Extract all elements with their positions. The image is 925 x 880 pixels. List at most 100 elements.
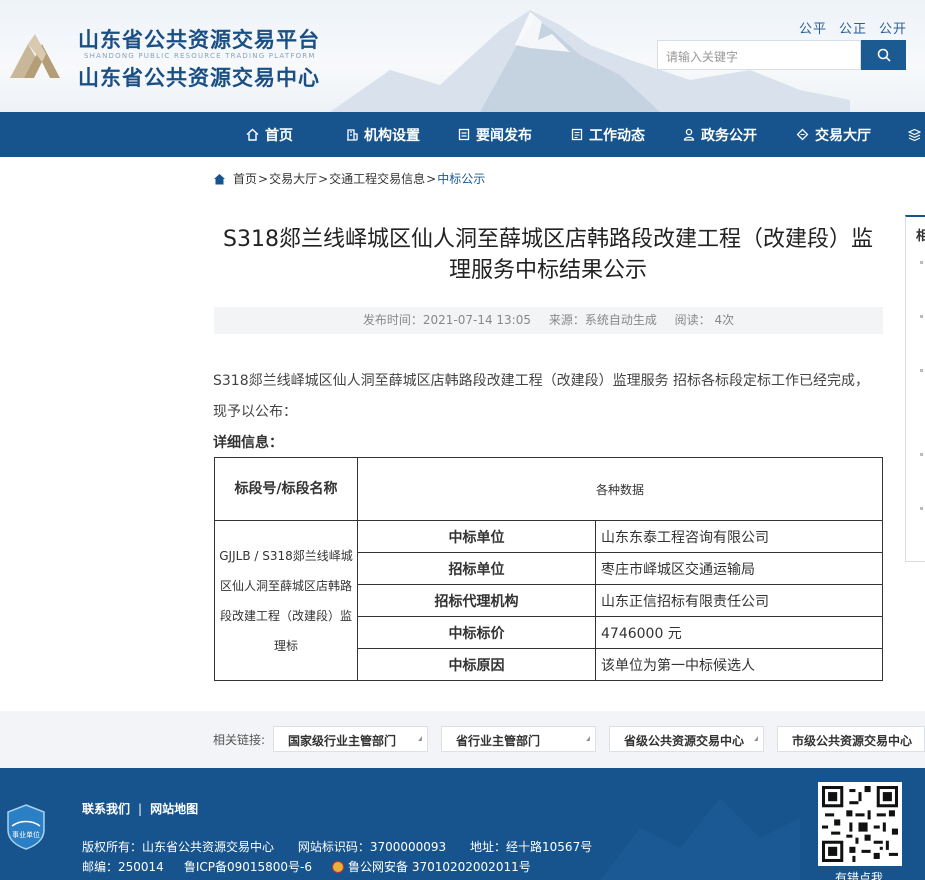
- read-count: 阅读： 4次: [674, 313, 735, 327]
- header-data: 各种数据: [357, 457, 883, 521]
- list-bullet: [920, 369, 923, 372]
- icp-link[interactable]: 鲁ICP备09015800号-6: [184, 858, 312, 875]
- detail-label: 详细信息：: [213, 435, 283, 451]
- contact-us-link[interactable]: 联系我们: [82, 802, 130, 816]
- nav-item-home[interactable]: 首页: [246, 112, 293, 157]
- article-meta: 发布时间：2021-07-14 13:05 来源：系统自动生成 阅读： 4次: [214, 307, 883, 334]
- sitemap-link[interactable]: 网站地图: [150, 802, 198, 816]
- related-links-label: 相关链接:: [213, 733, 266, 747]
- select-national-authority[interactable]: 国家级行业主管部门: [273, 726, 428, 752]
- list-bullet: [920, 315, 923, 318]
- site-title-center: 山东省公共资源交易中心: [78, 66, 320, 90]
- diamond-icon: [796, 128, 809, 141]
- police-badge-icon: [332, 860, 345, 873]
- article-source: 来源：系统自动生成: [548, 313, 657, 327]
- copyright-text: 版权所有：山东省公共资源交易中心: [82, 840, 275, 854]
- section-name-cell: GJJLB / S318郯兰线峄城区仙人洞至薛城区店韩路段改建工程（改建段）监理…: [214, 520, 358, 681]
- row-key: 中标单位: [357, 520, 596, 553]
- public-institution-badge[interactable]: 事业单位: [6, 804, 46, 850]
- row-value: 该单位为第一中标候选人: [595, 648, 883, 681]
- nav-label: 机构设置: [364, 127, 420, 144]
- select-provincial-authority[interactable]: 省行业主管部门: [441, 726, 596, 752]
- nav-label: 首页: [265, 127, 293, 144]
- search-icon: [877, 48, 891, 62]
- postcode-text: 邮编：250014: [82, 860, 164, 874]
- layers-icon: [908, 128, 921, 141]
- row-value: 山东正信招标有限责任公司: [595, 584, 883, 617]
- nav-item-government-affairs[interactable]: 政务公开: [683, 112, 757, 157]
- row-value: 枣庄市峄城区交通运输局: [595, 552, 883, 585]
- site-footer: 事业单位 联系我们 | 网站地图 版权所有：山东省公共资源交易中心 网站标识码：37…: [0, 768, 925, 880]
- list-bullet: [920, 453, 923, 456]
- breadcrumb-traffic-engineering[interactable]: 交通工程交易信息: [329, 170, 425, 187]
- nav-label: 工作动态: [589, 127, 645, 144]
- select-label: 国家级行业主管部门: [288, 734, 397, 748]
- footer-decoration: [600, 798, 800, 880]
- row-value: 4746000 元: [595, 616, 883, 649]
- qr-code-image: [822, 786, 898, 862]
- nav-item-trading-hall[interactable]: 交易大厅: [796, 112, 871, 157]
- header-section-name: 标段号/标段名称: [214, 457, 358, 521]
- home-icon: [214, 173, 225, 184]
- nav-item-organization[interactable]: 机构设置: [346, 112, 420, 157]
- select-label: 省级公共资源交易中心: [624, 734, 745, 748]
- nav-label: 政务公开: [701, 127, 757, 144]
- breadcrumb-home[interactable]: 首页: [233, 170, 257, 187]
- slogan-open: 公开: [878, 22, 907, 37]
- dropdown-arrow-icon: [754, 736, 758, 741]
- footer-info-line2: 邮编：250014 鲁ICP备09015800号-6 鲁公网安备 3701020…: [82, 858, 551, 875]
- main-nav: 首页 机构设置 要闻发布 工作动态 政务公开 交易大厅: [0, 112, 925, 157]
- site-header: 山东省公共资源交易平台 SHANDONG PUBLIC RESOURCE TRA…: [0, 0, 925, 112]
- row-key: 招标单位: [357, 552, 596, 585]
- breadcrumb-separator: >: [426, 171, 437, 186]
- dropdown-arrow-icon: [418, 736, 422, 741]
- breadcrumb-separator: >: [258, 171, 269, 186]
- nav-label: 交易大厅: [815, 127, 871, 144]
- site-title-english: SHANDONG PUBLIC RESOURCE TRADING PLATFOR…: [84, 52, 316, 60]
- row-key: 中标标价: [357, 616, 596, 649]
- publish-time: 发布时间：2021-07-14 13:05: [362, 313, 531, 327]
- select-label: 省行业主管部门: [456, 734, 541, 748]
- police-record-link[interactable]: 鲁公网安备 37010202002011号: [348, 858, 531, 875]
- article-title: S318郯兰线峄城区仙人洞至薛城区店韩路段改建工程（改建段）监理服务中标结果公示: [223, 227, 873, 283]
- breadcrumb: 首页 > 交易大厅 > 交通工程交易信息 > 中标公示: [213, 170, 485, 187]
- footer-info-line1: 版权所有：山东省公共资源交易中心 网站标识码：3700000093 地址：经十路…: [82, 838, 612, 855]
- search-input[interactable]: 请输入关键字: [657, 40, 861, 70]
- home-icon: [246, 128, 259, 141]
- nav-item-work-updates[interactable]: 工作动态: [571, 112, 645, 157]
- qr-code[interactable]: [818, 782, 902, 866]
- list-icon: [571, 128, 583, 141]
- select-label: 市级公共资源交易中心: [792, 734, 913, 748]
- badge-label: 事业单位: [12, 830, 40, 839]
- related-side-panel: 相: [905, 215, 925, 562]
- breadcrumb-current[interactable]: 中标公示: [437, 170, 485, 187]
- site-id-text: 网站标识码：3700000093: [297, 840, 447, 854]
- building-icon: [347, 129, 358, 141]
- article-intro: S318郯兰线峄城区仙人洞至薛城区店韩路段改建工程（改建段）监理服务 招标各标段…: [213, 373, 870, 420]
- nav-item-news[interactable]: 要闻发布: [458, 112, 532, 157]
- table-header-row: 标段号/标段名称 各种数据: [214, 457, 883, 521]
- trading-center-logo[interactable]: [6, 30, 64, 82]
- qr-caption[interactable]: 有错点我: [835, 869, 883, 880]
- footer-links: 联系我们 | 网站地图: [82, 800, 198, 817]
- search-button[interactable]: [861, 40, 906, 70]
- slogans: 公平 公正 公开: [799, 18, 907, 37]
- row-key: 招标代理机构: [357, 584, 596, 617]
- list-bullet: [920, 261, 923, 264]
- dropdown-arrow-icon: [586, 736, 590, 741]
- address-text: 地址：经十路10567号: [470, 840, 593, 854]
- news-icon: [458, 128, 470, 141]
- side-panel-title: 相: [916, 229, 925, 244]
- table-row: GJJLB / S318郯兰线峄城区仙人洞至薛城区店韩路段改建工程（改建段）监理…: [214, 520, 883, 681]
- nav-label: 要闻发布: [476, 127, 532, 144]
- row-value: 山东东泰工程咨询有限公司: [595, 520, 883, 553]
- nav-item-more[interactable]: [908, 112, 925, 157]
- breadcrumb-trading-hall[interactable]: 交易大厅: [269, 170, 317, 187]
- link-divider: |: [138, 802, 143, 816]
- person-icon: [683, 128, 695, 141]
- select-provincial-center[interactable]: 省级公共资源交易中心: [609, 726, 764, 752]
- site-title-platform: 山东省公共资源交易平台: [78, 28, 320, 52]
- select-city-center[interactable]: 市级公共资源交易中心: [777, 726, 925, 752]
- row-key: 中标原因: [357, 648, 596, 681]
- slogan-fair: 公平: [798, 22, 827, 37]
